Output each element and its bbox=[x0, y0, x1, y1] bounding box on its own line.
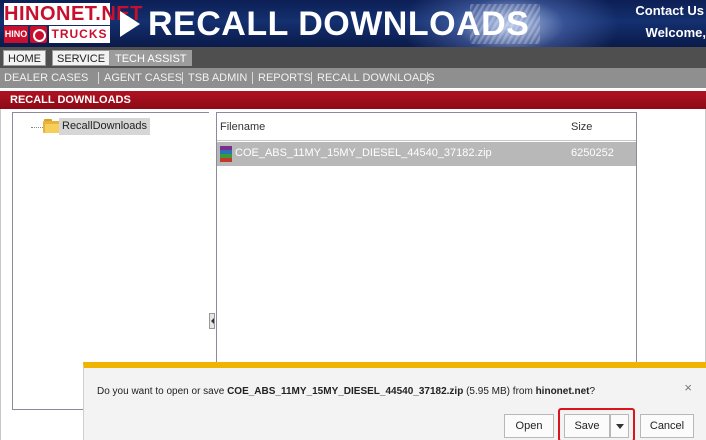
nav-separator bbox=[182, 72, 183, 84]
save-button[interactable]: Save bbox=[564, 414, 610, 438]
file-name[interactable]: COE_ABS_11MY_15MY_DIESEL_44540_37182.zip bbox=[235, 147, 492, 159]
prompt-suffix: ? bbox=[589, 386, 596, 397]
page-border-left bbox=[0, 109, 1, 440]
download-source: hinonet.net bbox=[535, 386, 590, 397]
page-title: RECALL DOWNLOADS bbox=[148, 5, 530, 43]
open-button[interactable]: Open bbox=[504, 414, 554, 438]
nav-reports[interactable]: REPORTS bbox=[258, 70, 311, 86]
tree-item-recall-downloads[interactable]: RecallDownloads bbox=[59, 118, 150, 135]
welcome-text: Welcome, bbox=[645, 25, 706, 40]
nav-dealer-cases[interactable]: DEALER CASES bbox=[4, 70, 88, 86]
primary-nav: HOME SERVICE TECH ASSIST bbox=[0, 47, 706, 68]
cancel-button[interactable]: Cancel bbox=[640, 414, 694, 438]
nav-separator bbox=[427, 72, 428, 84]
contact-us-link[interactable]: Contact Us bbox=[635, 3, 704, 18]
download-file-name: COE_ABS_11MY_15MY_DIESEL_44540_37182.zip bbox=[227, 386, 464, 397]
logo-brand-text: HINONET.NET bbox=[4, 3, 143, 25]
download-prompt: Do you want to open or save COE_ABS_11MY… bbox=[97, 386, 595, 397]
prompt-prefix: Do you want to open or save bbox=[97, 386, 228, 397]
nav-separator bbox=[252, 72, 253, 84]
file-size: 6250252 bbox=[571, 147, 614, 159]
nav-home[interactable]: HOME bbox=[3, 50, 46, 66]
header-banner: HINONET.NET HINO TRUCKS RECALL DOWNLOADS… bbox=[0, 0, 706, 47]
secondary-nav: DEALER CASES AGENT CASES TSB ADMIN REPOR… bbox=[0, 68, 706, 88]
section-title: RECALL DOWNLOADS bbox=[0, 91, 706, 109]
file-list-header: Filename Size bbox=[217, 113, 636, 141]
play-arrow-icon bbox=[120, 11, 140, 37]
hino-tag: HINO bbox=[4, 26, 28, 43]
file-row[interactable]: COE_ABS_11MY_15MY_DIESEL_44540_37182.zip… bbox=[217, 142, 636, 166]
download-notification-bar: Do you want to open or save COE_ABS_11MY… bbox=[83, 362, 706, 440]
archive-icon bbox=[220, 146, 232, 162]
column-header-size[interactable]: Size bbox=[571, 121, 592, 133]
logo-trucks-text: TRUCKS bbox=[49, 26, 110, 43]
nav-service[interactable]: SERVICE bbox=[52, 50, 111, 66]
hinonet-logo[interactable]: HINONET.NET HINO TRUCKS bbox=[4, 3, 143, 44]
nav-agent-cases[interactable]: AGENT CASES bbox=[104, 70, 182, 86]
save-options-dropdown-icon[interactable] bbox=[610, 414, 629, 438]
nav-separator bbox=[311, 72, 312, 84]
nav-recall-downloads[interactable]: RECALL DOWNLOADS bbox=[317, 70, 435, 86]
column-header-filename[interactable]: Filename bbox=[220, 121, 265, 133]
hino-emblem-icon bbox=[30, 26, 47, 43]
nav-tech-assist[interactable]: TECH ASSIST bbox=[110, 50, 192, 66]
download-file-size: (5.95 MB) from bbox=[463, 386, 536, 397]
collapse-arrow-icon[interactable] bbox=[209, 313, 215, 329]
nav-separator bbox=[98, 72, 99, 84]
nav-tsb-admin[interactable]: TSB ADMIN bbox=[188, 70, 247, 86]
close-icon[interactable]: × bbox=[684, 380, 692, 395]
logo-bottom-row: HINO TRUCKS bbox=[4, 26, 110, 43]
